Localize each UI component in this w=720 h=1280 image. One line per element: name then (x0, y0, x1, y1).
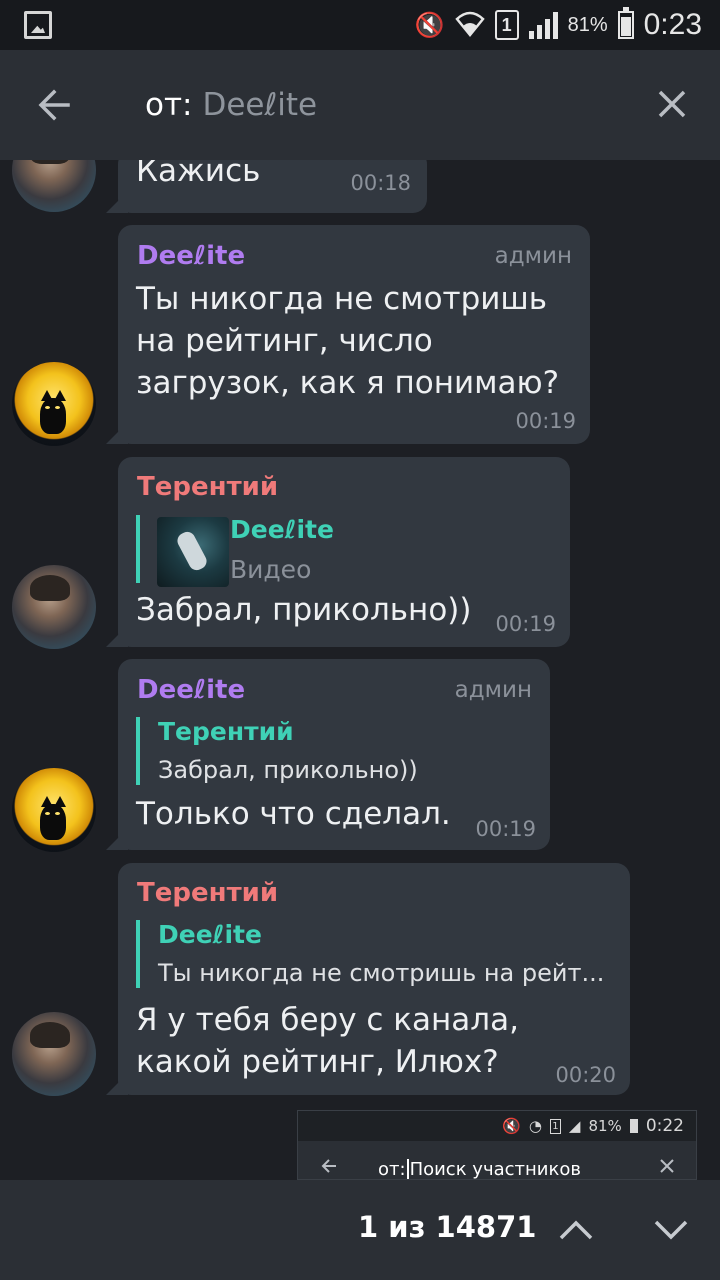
status-time: 0:23 (643, 8, 702, 41)
battery-icon (617, 7, 634, 39)
reply-text: Забрал, прикольно)) (158, 756, 418, 784)
sender-name[interactable]: Терентий (137, 878, 278, 908)
search-results-bar: 1 из 14871 (0, 1180, 720, 1280)
arrow-left-icon (318, 1155, 340, 1177)
message-text: Только что сделал. (136, 796, 451, 832)
screenshot-search-field: от: Поиск участников (378, 1159, 581, 1180)
results-counter: 1 из 14871 (358, 1210, 537, 1244)
message-time: 00:18 (350, 171, 411, 195)
reply-text: Видео (230, 555, 312, 584)
gallery-icon (24, 11, 52, 39)
reply-sender: Терентий (158, 717, 294, 746)
message-text: Кажись (136, 160, 261, 189)
reply-quote[interactable]: Терентий Забрал, прикольно)) (136, 717, 426, 785)
admin-badge: админ (454, 677, 532, 703)
wifi-icon (454, 9, 485, 41)
avatar-deelite[interactable] (12, 768, 96, 852)
message-text: Забрал, прикольно)) (136, 592, 472, 628)
screenshot-status-bar: 🔇 ◔ 1 ◢ 81% 0:22 (298, 1111, 696, 1141)
mute-vibrate-icon: 🔇 (414, 11, 445, 39)
message-bubble[interactable]: Deeℓite админ Терентий Забрал, прикольно… (106, 659, 550, 850)
message-bubble[interactable]: Терентий Deeℓite Видео Забрал, прикольно… (106, 457, 570, 647)
message-bubble[interactable]: Кажись 00:18 (106, 160, 427, 213)
message-bubble[interactable]: Терентий Deeℓite Ты никогда не смотришь … (106, 863, 630, 1095)
sender-name[interactable]: Deeℓite (137, 241, 245, 271)
chevron-up-icon[interactable] (556, 1210, 596, 1250)
status-bar: 🔇 1 81% 0:23 (0, 0, 720, 50)
status-icons: 🔇 1 81% 0:23 (415, 0, 702, 50)
message-list[interactable]: Кажись 00:18 Deeℓite админ Ты никогда не… (0, 160, 720, 1180)
search-user: Deeℓite (202, 87, 318, 123)
search-header: от: Deeℓite (0, 50, 720, 160)
avatar-terentiy[interactable] (12, 1012, 96, 1096)
avatar-terentiy[interactable] (12, 565, 96, 649)
mute-vibrate-icon: 🔇 (502, 1117, 521, 1135)
screenshot-battery-percent: 81% (588, 1117, 622, 1135)
message-time: 00:20 (555, 1063, 616, 1087)
message-bubble[interactable]: Deeℓite админ Ты никогда не смотришь на … (106, 225, 590, 444)
reply-text: Ты никогда не смотришь на рейт... (158, 959, 605, 987)
screenshot-search-bar: от: Поиск участников (298, 1141, 696, 1180)
close-icon (658, 1157, 676, 1175)
avatar-terentiy[interactable] (12, 160, 96, 212)
search-prefix: от: (145, 87, 193, 123)
message-text: Ты никогда не смотришь на рейтинг, число… (136, 281, 560, 401)
signal-icon: ◢ (568, 1117, 581, 1135)
chevron-down-icon[interactable] (651, 1210, 691, 1250)
wifi-icon: ◔ (528, 1117, 542, 1135)
sender-name[interactable]: Deeℓite (137, 675, 245, 705)
message-time: 00:19 (515, 409, 576, 433)
search-input[interactable]: от: Deeℓite (145, 84, 317, 126)
avatar-deelite[interactable] (12, 362, 96, 446)
sim-icon: 1 (549, 1118, 561, 1134)
sim-icon: 1 (494, 10, 519, 40)
signal-icon (528, 11, 558, 39)
screenshot-search-placeholder: Поиск участников (409, 1159, 581, 1180)
screenshot-image[interactable]: 🔇 ◔ 1 ◢ 81% 0:22 от: Поиск участников (297, 1110, 697, 1180)
reply-sender: Deeℓite (230, 515, 334, 544)
video-thumbnail (157, 517, 229, 587)
battery-percent: 81% (567, 13, 608, 36)
reply-quote[interactable]: Deeℓite Видео (136, 515, 436, 587)
screenshot-search-prefix: от: (378, 1159, 406, 1180)
arrow-left-icon[interactable] (30, 80, 80, 130)
message-time: 00:19 (495, 612, 556, 636)
sender-name[interactable]: Терентий (137, 472, 278, 502)
reply-quote[interactable]: Deeℓite Ты никогда не смотришь на рейт..… (136, 920, 606, 988)
screenshot-time: 0:22 (645, 1116, 684, 1136)
close-icon[interactable] (652, 84, 692, 124)
reply-sender: Deeℓite (158, 920, 262, 949)
battery-icon (629, 1119, 638, 1133)
admin-badge: админ (494, 243, 572, 269)
message-time: 00:19 (475, 817, 536, 841)
message-text: Я у тебя беру с канала, какой рейтинг, И… (136, 1002, 519, 1080)
